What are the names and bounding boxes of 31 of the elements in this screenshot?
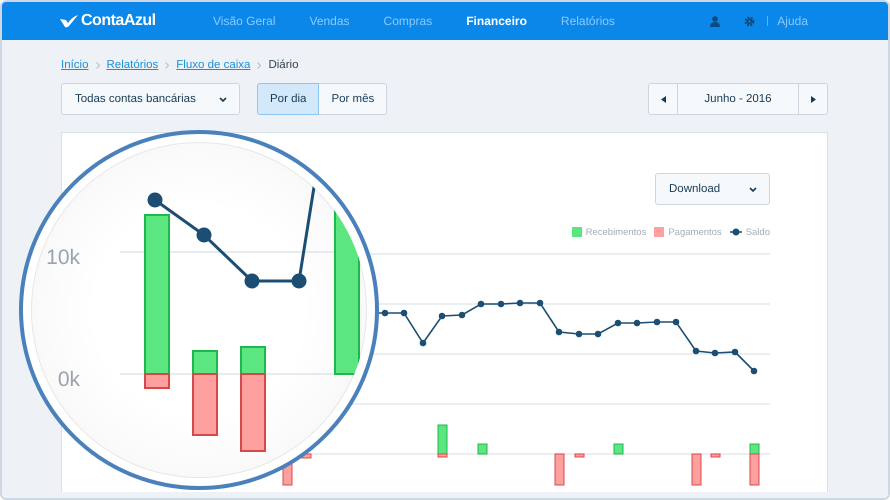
nav-tab[interactable]: Relatórios: [546, 14, 630, 28]
legend-label: Recebimentos: [586, 226, 646, 238]
month-label: Junho - 2016: [677, 84, 799, 114]
nav-tab[interactable]: Visão Geral: [198, 14, 290, 28]
period-toggle[interactable]: Por dia: [257, 83, 320, 115]
download-button[interactable]: Download: [655, 173, 770, 205]
nav-tab[interactable]: Compras: [368, 14, 448, 28]
right-triangle-icon: [810, 96, 816, 102]
left-triangle-icon: [660, 96, 666, 102]
axis-tick-label: 0k: [58, 368, 80, 392]
chevron-icon: [165, 62, 170, 68]
caret-icon: [749, 186, 757, 192]
breadcrumb-current: Diário: [268, 59, 298, 71]
settings-icon[interactable]: [744, 16, 756, 26]
logo-icon: [60, 14, 78, 28]
nav-tab[interactable]: Vendas: [294, 14, 365, 28]
caret-icon: [219, 96, 227, 102]
nav-tab[interactable]: Financeiro: [451, 14, 542, 28]
help-link[interactable]: Ajuda: [777, 14, 808, 28]
legend-label: Saldo: [746, 226, 770, 238]
chevron-icon: [257, 62, 262, 68]
breadcrumb-link[interactable]: Início: [61, 59, 88, 71]
logo-text[interactable]: ContaAzul: [81, 12, 156, 30]
legend-label: Pagamentos: [668, 226, 722, 238]
period-toggle[interactable]: Por mês: [319, 83, 388, 115]
breadcrumb-link[interactable]: Fluxo de caixa: [176, 59, 250, 71]
chevron-icon: [96, 62, 100, 68]
user-icon[interactable]: [710, 16, 720, 26]
account-select[interactable]: Todas contas bancárias: [61, 83, 240, 115]
axis-tick-label: 10k: [46, 246, 80, 270]
breadcrumb-link[interactable]: Relatórios: [106, 59, 158, 71]
